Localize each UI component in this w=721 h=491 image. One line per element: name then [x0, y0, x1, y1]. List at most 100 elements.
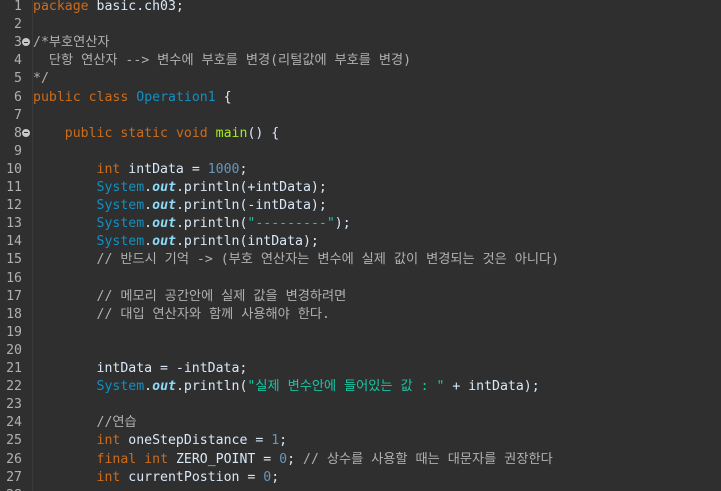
code-token-plain: .println(-intData); — [175, 198, 327, 214]
code-text: // 반드시 기억 -> (부호 연산자는 변수에 실제 값이 변경되는 것은 … — [33, 251, 560, 269]
line-number: 7 — [14, 107, 22, 123]
code-text: // 메모리 공간안에 실제 값을 변경하려면 — [33, 288, 347, 306]
code-text: int intData = 1000; — [33, 161, 248, 179]
code-line[interactable]: 3 /*부호연산자 — [0, 34, 721, 52]
code-line[interactable]: 22 System.out.println("실제 변수안에 들어있는 값 : … — [0, 378, 721, 396]
code-line[interactable]: 6 public class Operation1 { — [0, 89, 721, 107]
line-number: 3 — [14, 35, 22, 51]
code-line[interactable]: 15 // 반드시 기억 -> (부호 연산자는 변수에 실제 값이 변경되는 … — [0, 251, 721, 269]
code-text: //연습 — [33, 414, 137, 432]
code-line[interactable]: 5 */ — [0, 70, 721, 88]
code-text: package basic.ch03; — [33, 0, 184, 16]
fold-collapse-icon[interactable] — [22, 38, 30, 47]
fold-collapse-icon[interactable] — [22, 128, 30, 137]
line-number: 18 — [6, 306, 22, 322]
code-token-plain: () { — [247, 125, 280, 141]
line-number: 28 — [0, 487, 22, 491]
line-number: 22 — [6, 379, 22, 395]
code-token-num: 1000 — [207, 161, 240, 177]
code-token-plain: .println(+intData); — [175, 180, 327, 195]
code-text: intData = -intData; — [33, 360, 248, 378]
line-number: 13 — [6, 216, 22, 232]
code-token-plain: . — [144, 198, 153, 214]
line-number: 9 — [14, 143, 22, 159]
code-line[interactable]: 12 System.out.println(-intData); — [0, 197, 721, 215]
code-line[interactable]: 4 단항 연산자 --> 변수에 부호를 변경(리털값에 부호를 변경) — [0, 52, 721, 70]
code-token-plain: + intData); — [444, 379, 540, 395]
code-line[interactable]: 17 // 메모리 공간안에 실제 값을 변경하려면 — [0, 288, 721, 306]
line-number: 14 — [6, 234, 22, 250]
code-token-kw: int — [96, 161, 121, 177]
code-token-cls: System — [96, 180, 145, 195]
line-number: 16 — [6, 270, 22, 286]
code-text: // 대입 연산자와 함께 사용해야 한다. — [33, 306, 330, 324]
line-number: 19 — [6, 324, 22, 340]
line-number: 11 — [6, 180, 22, 195]
code-line[interactable]: 20 — [0, 342, 721, 360]
code-text: System.out.println("---------"); — [33, 215, 351, 233]
code-line[interactable]: 18 // 대입 연산자와 함께 사용해야 한다. — [0, 306, 721, 324]
line-number: 1 — [14, 0, 22, 14]
code-token-cls: System — [96, 234, 145, 250]
code-token-kw: public — [33, 89, 81, 105]
code-token-cmt: // 대입 연산자와 함께 사용해야 한다. — [96, 306, 330, 322]
line-number: 20 — [6, 342, 22, 358]
code-token-kw: int — [96, 433, 121, 449]
code-token-plain: . — [144, 216, 153, 232]
line-number: 4 — [14, 53, 22, 69]
code-text: 단항 연산자 --> 변수에 부호를 변경(리털값에 부호를 변경) — [33, 52, 411, 70]
code-line[interactable]: 2 — [0, 16, 721, 34]
code-line[interactable]: 14 System.out.println(intData); — [0, 233, 721, 251]
code-line[interactable]: 28 — [0, 487, 721, 491]
code-token-kw: public — [64, 125, 113, 141]
code-token-cls: System — [96, 198, 145, 214]
code-line[interactable]: 7 — [0, 107, 721, 125]
code-text: System.out.println(-intData); — [33, 197, 327, 215]
code-line[interactable]: 23 — [0, 396, 721, 414]
code-token-cmt: */ — [33, 71, 49, 87]
code-token-kw: int — [96, 469, 121, 485]
code-text: int currentPostion = 0; — [33, 469, 280, 487]
code-token-cmt: // 상수를 사용할 때는 대문자를 권장한다 — [303, 451, 553, 467]
code-token-kw: int — [144, 451, 169, 467]
code-line[interactable]: 24 //연습 — [0, 414, 721, 432]
code-token-plain: ZERO_POINT = — [168, 451, 280, 467]
code-line[interactable]: 27 int currentPostion = 0; — [0, 469, 721, 487]
code-line[interactable]: 25 int oneStepDistance = 1; — [0, 432, 721, 450]
line-number: 26 — [6, 451, 22, 467]
code-token-cmt: // 반드시 기억 -> (부호 연산자는 변수에 실제 값이 변경되는 것은 … — [96, 252, 560, 268]
code-line[interactable]: 11 System.out.println(+intData); — [0, 179, 721, 197]
line-number: 6 — [14, 89, 22, 105]
code-text: int oneStepDistance = 1; — [33, 432, 288, 450]
code-editor[interactable]: 1 package basic.ch03; 2 3/*부호연산자 4 단항 연산자 --… — [0, 0, 721, 491]
line-number: 25 — [6, 433, 22, 449]
code-line[interactable]: 16 — [0, 270, 721, 288]
code-token-plain: currentPostion = — [120, 469, 264, 485]
code-line[interactable]: 10 int intData = 1000; — [0, 161, 721, 179]
code-line[interactable]: 19 — [0, 324, 721, 342]
line-number: 10 — [6, 161, 22, 177]
line-number: 17 — [6, 288, 22, 304]
code-text: System.out.println(intData); — [33, 233, 319, 251]
code-text: System.out.println("실제 변수안에 들어있는 값 : " +… — [33, 378, 540, 396]
code-token-plain: .println( — [175, 216, 248, 232]
code-text: System.out.println(+intData); — [33, 179, 327, 197]
code-token-cmt: //연습 — [96, 415, 137, 431]
code-line[interactable]: 8 public static void main() { — [0, 125, 721, 143]
code-line[interactable]: 26 final int ZERO_POINT = 0; // 상수를 사용할 … — [0, 451, 721, 469]
code-line[interactable]: 21 intData = -intData; — [0, 360, 721, 378]
code-line[interactable]: 1 package basic.ch03; — [0, 0, 721, 16]
code-token-kw: package — [33, 0, 89, 14]
code-line[interactable]: 13 System.out.println("---------"); — [0, 215, 721, 233]
code-line[interactable]: 9 — [0, 143, 721, 161]
code-token-fld: out — [152, 198, 176, 214]
code-token-cls: Operation1 — [136, 89, 216, 105]
